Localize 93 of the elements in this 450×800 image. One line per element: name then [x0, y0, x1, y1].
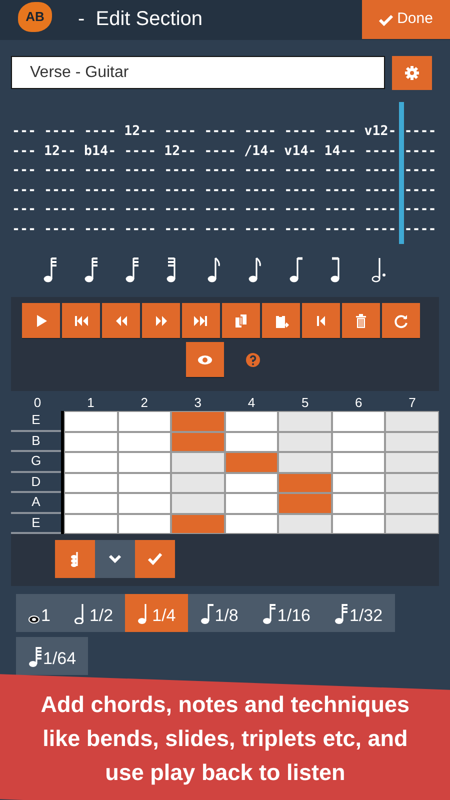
fret-cell[interactable] [118, 453, 170, 472]
fret-cell[interactable] [332, 474, 384, 492]
fret-number: 6 [354, 395, 364, 411]
section-name-field[interactable]: Verse - Guitar [11, 56, 385, 89]
note-duration-tab[interactable]: 1/16 [250, 594, 322, 632]
fret-cell[interactable] [172, 494, 224, 512]
tab-line: --- ---- ---- ---- ---- ---- ---- ---- ---- ---- ---- [12, 201, 438, 220]
note-duration-tab[interactable]: 1/64 [16, 637, 88, 675]
fret-cell[interactable] [279, 453, 331, 472]
fret-cell[interactable] [226, 474, 278, 492]
settings-icon [404, 65, 420, 81]
note-icon [28, 645, 42, 667]
fret-cell[interactable] [65, 474, 117, 492]
fret-number: 4 [246, 395, 256, 411]
fret-cell[interactable] [386, 494, 438, 512]
fret-cell[interactable] [172, 474, 224, 492]
fret-cell[interactable] [118, 474, 170, 492]
note-duration-tab[interactable]: 1 [16, 594, 62, 632]
note-duration-tab[interactable]: 1/32 [322, 594, 395, 632]
fret-cell[interactable] [386, 432, 438, 451]
fret-cell[interactable] [65, 514, 117, 533]
note-icon [262, 602, 276, 624]
tab-line: --- 12-- b14- ---- 12-- ---- /14- v14- 14-- ---- ---- [12, 142, 438, 161]
note-icon [200, 602, 214, 624]
fret-cell[interactable] [118, 432, 170, 451]
fret-number: 1 [86, 395, 96, 411]
fret-cell[interactable] [65, 453, 117, 472]
fret-cell[interactable] [226, 494, 278, 512]
fret-cell[interactable] [226, 514, 278, 533]
expand-button[interactable] [95, 540, 135, 578]
step-back-button[interactable] [302, 303, 340, 338]
note-icon [28, 615, 40, 624]
fret-cell[interactable] [332, 494, 384, 512]
delete-button[interactable] [342, 303, 380, 338]
fret-cell[interactable] [65, 494, 117, 512]
fret-cell[interactable] [279, 474, 331, 492]
view-button[interactable] [186, 342, 224, 377]
skip-start-button[interactable] [62, 303, 100, 338]
fret-number: 0 [32, 395, 42, 411]
play-button[interactable] [22, 303, 60, 338]
fret-cell[interactable] [279, 432, 331, 451]
fret-cell[interactable] [386, 412, 438, 430]
fret-cell[interactable] [386, 514, 438, 533]
fret-number: 5 [300, 395, 310, 411]
tab-line: --- ---- ---- ---- ---- ---- ---- ---- ---- ---- ---- [12, 182, 438, 200]
copy-button[interactable] [222, 303, 260, 338]
note-duration-tab[interactable]: 1/2 [62, 594, 126, 632]
refresh-button[interactable] [382, 303, 420, 338]
check-icon [147, 551, 163, 567]
fret-cell[interactable] [172, 514, 224, 533]
fret-cell[interactable] [386, 453, 438, 472]
delete-icon [353, 312, 369, 328]
fast-forward-button[interactable] [142, 303, 180, 338]
fret-cell[interactable] [118, 494, 170, 512]
fret-cell[interactable] [172, 453, 224, 472]
fret-number: 7 [408, 395, 417, 411]
fret-cell[interactable] [279, 494, 331, 512]
fret-cell[interactable] [226, 412, 278, 430]
tab-line: --- ---- ---- ---- ---- ---- ---- ---- ---- ---- ---- [12, 162, 438, 180]
fret-cell[interactable] [65, 412, 117, 430]
fret-number: 2 [140, 395, 149, 411]
fret-cell[interactable] [172, 432, 224, 451]
fret-number: 3 [193, 395, 203, 411]
settings-button[interactable] [392, 56, 432, 90]
fret-cell[interactable] [172, 412, 224, 430]
fret-cell[interactable] [332, 453, 384, 472]
fret-cell[interactable] [226, 453, 278, 472]
note-icon [334, 602, 348, 624]
fret-cell[interactable] [332, 514, 384, 533]
confirm-button[interactable] [135, 540, 175, 578]
copy-icon [233, 312, 249, 328]
fret-cell[interactable] [279, 412, 331, 430]
fret-cell[interactable] [279, 514, 331, 533]
fret-cell[interactable] [332, 432, 384, 451]
fret-cell[interactable] [226, 432, 278, 451]
fret-cell[interactable] [118, 412, 170, 430]
tab-line: --- ---- ---- ---- ---- ---- ---- ---- ---- ---- ---- [12, 220, 438, 239]
screen-title: - Edit Section [78, 7, 203, 32]
tab-line: --- ---- ---- 12-- ---- ---- ---- ---- ---- v12- ---- [12, 123, 438, 141]
note-duration-tab[interactable]: 1/8 [188, 594, 250, 632]
promo-text: Add chords, notes and techniques like bends, slides, triplets etc, and use play back to listen [40, 690, 411, 787]
fret-cell[interactable] [332, 412, 384, 430]
paste-button[interactable] [262, 303, 300, 338]
rewind-button[interactable] [102, 303, 140, 338]
fret-cell[interactable] [386, 474, 438, 492]
refresh-icon [393, 312, 409, 328]
check-icon [379, 14, 394, 26]
app-logo: AB [18, 2, 52, 32]
chord-button[interactable] [55, 540, 95, 578]
fret-cell[interactable] [65, 432, 117, 451]
skip-end-button[interactable] [182, 303, 220, 338]
fret-cell[interactable] [118, 514, 170, 533]
help-icon [245, 352, 261, 368]
